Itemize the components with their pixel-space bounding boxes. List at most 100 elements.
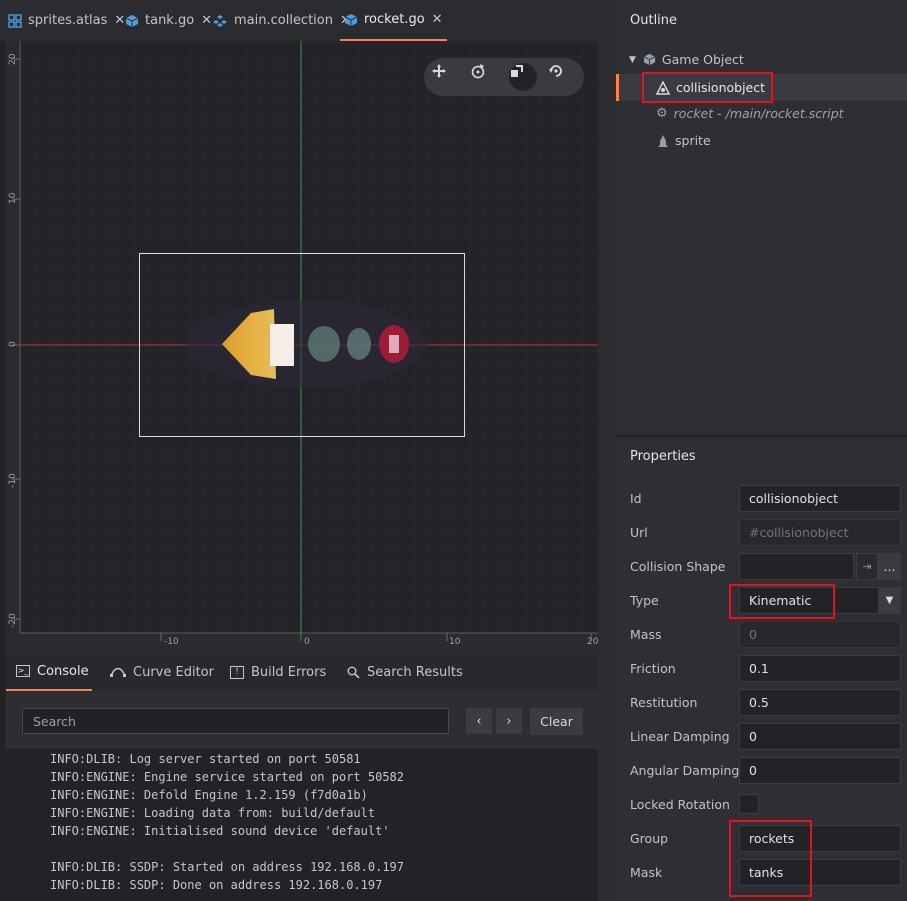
- linear-damping-field[interactable]: 0: [739, 723, 901, 750]
- properties-panel: Properties Id collisionobject Url #colli…: [616, 437, 907, 901]
- console-search-input[interactable]: Search: [22, 708, 449, 734]
- tab-label: sprites.atlas: [28, 13, 108, 28]
- manipulator-toolbar: [424, 58, 584, 96]
- tab-build-errors[interactable]: ! Build Errors: [230, 653, 326, 691]
- outline-item-game-object[interactable]: ▼ Game Object: [616, 46, 907, 73]
- id-label: Id: [630, 491, 642, 506]
- highlight-collisionobject: [642, 72, 773, 103]
- console-log[interactable]: INFO:DLIB: Log server started on port 50…: [6, 749, 598, 901]
- ruler-y-neg10: -10: [8, 473, 18, 488]
- log-line: INFO:ENGINE: Defold Engine 1.2.159 (f7d0…: [50, 788, 368, 802]
- rotate-tool-button[interactable]: [470, 63, 498, 91]
- tab-label: rocket.go: [364, 12, 425, 27]
- log-line: INFO:DLIB: SSDP: Started on address 192.…: [50, 860, 405, 874]
- id-field[interactable]: collisionobject: [739, 485, 901, 512]
- ruler-x-0: 0: [304, 637, 310, 647]
- mass-label: Mass: [630, 627, 662, 642]
- scale-tool-icon: [511, 65, 523, 77]
- close-icon[interactable]: ✕: [201, 13, 212, 28]
- clear-button[interactable]: Clear: [530, 708, 583, 735]
- ruler-x-20: 20: [587, 637, 598, 647]
- warning-icon: !: [230, 665, 244, 679]
- tab-search-results[interactable]: Search Results: [347, 653, 463, 691]
- log-line: INFO:ENGINE: Engine service started on p…: [50, 770, 405, 784]
- ruler-x-neg10: -10: [164, 637, 179, 647]
- tab-label: Curve Editor: [133, 664, 214, 680]
- highlight-group-mask: [729, 820, 812, 897]
- type-label: Type: [630, 593, 659, 608]
- game-object-icon: [344, 13, 358, 26]
- move-tool-icon: [432, 64, 446, 78]
- bottom-panel-tabs: >_ Console Curve Editor ! Build Errors S…: [6, 653, 598, 691]
- log-line: INFO:ENGINE: Loading data from: build/de…: [50, 806, 376, 820]
- collision-shape-field[interactable]: [739, 553, 854, 580]
- tab-label: Console: [37, 663, 89, 679]
- ruler-y-0: 0: [8, 341, 18, 347]
- tab-rocket-go[interactable]: rocket.go ✕: [340, 0, 447, 41]
- editor-tab-bar: sprites.atlas ✕ tank.go ✕ main.collectio…: [0, 0, 614, 41]
- restitution-field[interactable]: 0.5: [739, 689, 901, 716]
- tab-label: tank.go: [145, 13, 195, 28]
- tab-label: Search Results: [367, 664, 463, 680]
- tab-sprites-atlas[interactable]: sprites.atlas ✕: [8, 0, 125, 41]
- curve-icon: [110, 667, 126, 677]
- outline-label: sprite: [675, 133, 711, 148]
- move-tool-button[interactable]: [431, 63, 459, 91]
- outline-label: rocket - /main/rocket.script: [673, 106, 844, 121]
- terminal-icon: >_: [16, 665, 30, 677]
- rocket-sprite[interactable]: [186, 300, 426, 388]
- friction-field[interactable]: 0.1: [739, 655, 901, 682]
- browse-button[interactable]: …: [878, 553, 901, 580]
- close-icon[interactable]: ✕: [114, 13, 125, 28]
- tab-console[interactable]: >_ Console: [6, 653, 92, 691]
- camera-reset-button[interactable]: [548, 63, 576, 91]
- search-prev-button[interactable]: ‹: [466, 708, 492, 734]
- ruler-x-10: 10: [449, 637, 461, 647]
- group-label: Group: [630, 831, 669, 846]
- ruler-y-10: 10: [8, 192, 18, 204]
- ruler-y-neg20: -20: [8, 613, 18, 628]
- log-line: INFO:DLIB: SSDP: Done on address 192.168…: [50, 878, 383, 892]
- properties-title: Properties: [630, 449, 696, 464]
- tab-curve-editor[interactable]: Curve Editor: [110, 653, 214, 691]
- outline-item-rocket-script[interactable]: ⚙ rocket - /main/rocket.script: [616, 100, 907, 127]
- panel-divider[interactable]: [598, 0, 616, 901]
- collision-shape-label: Collision Shape: [630, 559, 726, 574]
- friction-label: Friction: [630, 661, 676, 676]
- restitution-label: Restitution: [630, 695, 698, 710]
- camera-reset-icon: [549, 65, 562, 77]
- locked-rotation-checkbox[interactable]: [739, 794, 759, 814]
- search-next-button[interactable]: ›: [496, 708, 522, 734]
- game-object-icon: [643, 53, 656, 66]
- sprite-icon: [658, 134, 668, 147]
- go-to-resource-icon[interactable]: ⇥: [856, 553, 878, 580]
- scene-viewport[interactable]: 20 10 0 -10 -20 -10 0 10 20: [6, 41, 598, 653]
- tab-tank-go[interactable]: tank.go ✕: [125, 0, 212, 41]
- collection-icon: [213, 14, 227, 27]
- atlas-icon: [8, 13, 22, 28]
- close-icon[interactable]: ✕: [432, 12, 443, 27]
- log-line: INFO:DLIB: Log server started on port 50…: [50, 752, 361, 766]
- tab-main-collection[interactable]: main.collection ✕: [212, 0, 351, 41]
- gear-icon: ⚙: [656, 106, 668, 121]
- search-icon: [347, 666, 360, 679]
- outline-panel: Outline ▼ Game Object collisionobject ⚙ …: [616, 0, 907, 435]
- mask-label: Mask: [630, 865, 663, 880]
- angular-damping-label: Angular Damping: [630, 763, 740, 778]
- scale-tool-button[interactable]: [509, 63, 537, 91]
- tab-label: Build Errors: [251, 664, 327, 680]
- outline-item-sprite[interactable]: sprite: [616, 127, 907, 154]
- locked-rotation-label: Locked Rotation: [630, 797, 730, 812]
- outline-title: Outline: [630, 13, 678, 28]
- tab-label: main.collection: [234, 13, 333, 28]
- console-toolbar: Search ‹ › Clear: [6, 691, 598, 749]
- game-object-icon: [125, 14, 139, 27]
- angular-damping-field[interactable]: 0: [739, 757, 901, 784]
- chevron-down-icon[interactable]: ▼: [878, 587, 901, 614]
- ruler-y-20: 20: [8, 53, 18, 65]
- url-field: #collisionobject: [739, 519, 901, 546]
- rotate-tool-icon: [471, 64, 485, 79]
- highlight-type: [729, 584, 835, 619]
- expand-arrow-icon[interactable]: ▼: [629, 55, 636, 65]
- url-label: Url: [630, 525, 648, 540]
